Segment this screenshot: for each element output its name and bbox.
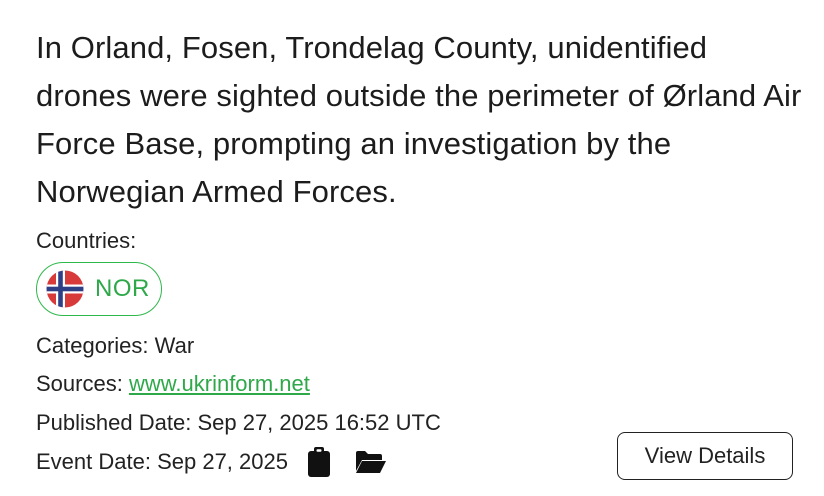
event-headline: In Orland, Fosen, Trondelag County, unid… — [36, 30, 802, 209]
published-label: Published Date: — [36, 410, 192, 435]
source-link[interactable]: www.ukrinform.net — [129, 371, 310, 396]
categories-value: War — [154, 333, 195, 358]
countries-label: Countries: — [36, 228, 137, 253]
categories-label: Categories: — [36, 333, 149, 358]
event-card: In Orland, Fosen, Trondelag County, unid… — [0, 0, 824, 496]
view-details-button[interactable]: View Details — [617, 432, 793, 480]
event-date-label: Event Date: — [36, 449, 151, 474]
country-chip-nor[interactable]: NOR — [36, 262, 162, 316]
categories-row: Categories: War — [36, 333, 194, 359]
clipboard-icon[interactable] — [307, 447, 330, 477]
published-value: Sep 27, 2025 16:52 UTC — [197, 410, 441, 435]
event-date-value: Sep 27, 2025 — [157, 449, 288, 474]
norway-flag-icon — [46, 270, 84, 308]
event-date-row: Event Date: Sep 27, 2025 — [36, 447, 386, 477]
folder-open-icon[interactable] — [354, 449, 386, 475]
sources-row: Sources: www.ukrinform.net — [36, 371, 310, 397]
sources-label: Sources: — [36, 371, 123, 396]
country-code: NOR — [95, 275, 150, 302]
published-row: Published Date: Sep 27, 2025 16:52 UTC — [36, 410, 441, 436]
